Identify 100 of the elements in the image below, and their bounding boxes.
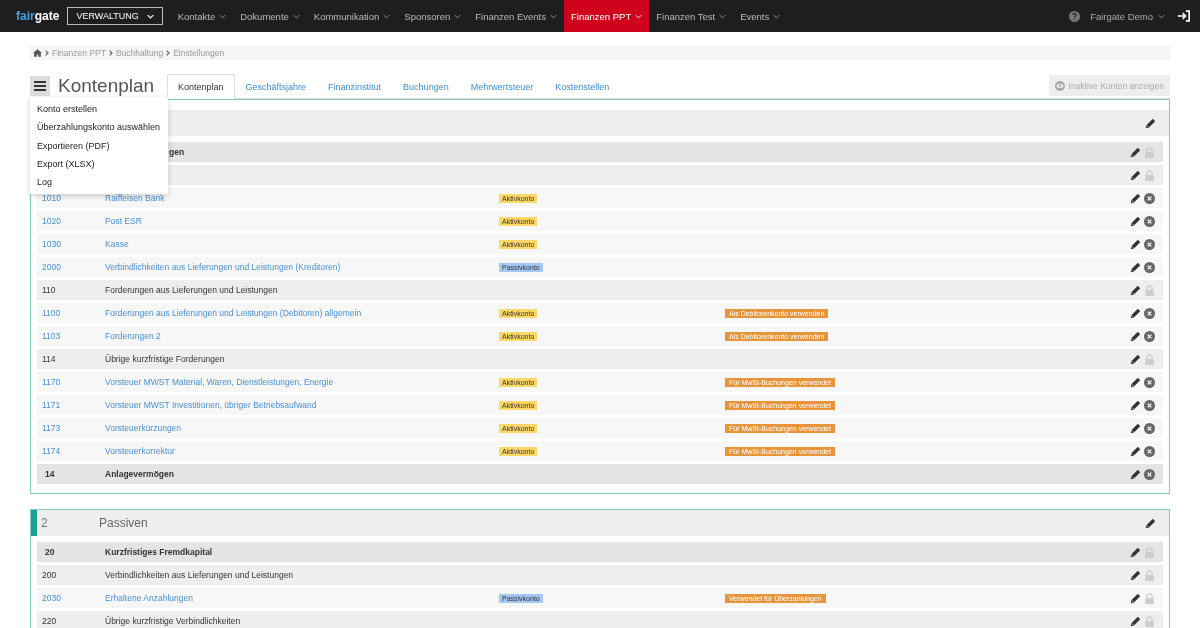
delete-icon[interactable] [1144, 192, 1155, 204]
account-number: 114 [41, 354, 57, 364]
breadcrumb-link[interactable]: Einstellungen [173, 48, 225, 58]
account-number: 1174 [41, 446, 62, 456]
tab[interactable]: Geschäftsjahre [234, 74, 318, 99]
edit-icon[interactable] [1145, 117, 1156, 129]
menu-button[interactable] [30, 76, 50, 96]
chevron-icon [45, 50, 49, 56]
account-name[interactable]: Forderungen 2 [105, 331, 161, 341]
caret-icon [454, 13, 462, 19]
delete-icon[interactable] [1144, 215, 1155, 227]
edit-icon[interactable] [1130, 592, 1141, 604]
account-name: Forderungen aus Lieferungen und Leistungen [105, 285, 278, 295]
account-number: 1103 [41, 331, 62, 341]
edit-icon[interactable] [1130, 615, 1141, 627]
edit-icon[interactable] [1130, 546, 1141, 558]
tab[interactable]: Buchungen [392, 74, 460, 99]
edit-icon[interactable] [1130, 307, 1141, 319]
account-name[interactable]: Raiffeisen Bank [105, 193, 165, 203]
nav-item[interactable]: Dokumente [233, 0, 307, 32]
tab[interactable]: Finanzinstitut [317, 74, 393, 99]
menu-item[interactable]: Konto erstellen [30, 100, 168, 119]
menu-item[interactable]: Export (XLSX) [30, 154, 168, 174]
delete-icon[interactable] [1144, 261, 1155, 273]
account-name[interactable]: Erhaltene Anzahlungen [105, 593, 193, 603]
edit-icon[interactable] [1130, 353, 1141, 365]
nav-item[interactable]: Events [733, 0, 788, 32]
breadcrumb-link[interactable]: Finanzen PPT [52, 48, 106, 58]
tab[interactable]: Mehrwertsteuer [459, 74, 545, 99]
account-name: Anlagevermögen [105, 469, 174, 479]
account-name[interactable]: Kasse [105, 239, 129, 249]
account-number: 1030 [41, 239, 62, 249]
edit-icon[interactable] [1130, 376, 1141, 388]
account-name[interactable]: Vorsteuer MWST Material, Waren, Dienstleistungen, Energie [105, 377, 334, 387]
logo[interactable]: fairgate [16, 9, 60, 23]
account-name[interactable]: Forderungen aus Lieferungen und Leistungen (Debitoren) allgemein [105, 308, 362, 318]
account-name: Übrige kurzfristige Forderungen [105, 354, 225, 364]
menu-item[interactable]: Überzahlungskonto auswählen [30, 118, 168, 137]
account-name[interactable]: Vorsteuerkorrektur [105, 446, 175, 456]
account-number: 1171 [41, 400, 62, 410]
delete-icon[interactable] [1144, 376, 1155, 388]
edit-icon[interactable] [1130, 330, 1141, 342]
home-icon[interactable] [33, 49, 42, 57]
edit-icon[interactable] [1130, 215, 1141, 227]
breadcrumb-link[interactable]: Buchhaltung [115, 48, 164, 58]
account-name: Verbindlichkeiten aus Lieferungen und Leistungen [105, 570, 294, 580]
caret-icon [550, 13, 557, 19]
account-number: 2030 [41, 593, 62, 603]
nav-item[interactable]: Finanzen Test [649, 0, 734, 32]
account-name[interactable]: Verbindlichkeiten aus Lieferungen und Leistungen (Kreditoren) [105, 262, 341, 272]
caret-icon [719, 13, 727, 19]
tab[interactable]: Kostenstellen [544, 74, 621, 99]
caret-icon [146, 13, 154, 19]
delete-icon[interactable] [1144, 307, 1155, 319]
account-number: 1173 [41, 423, 62, 433]
account-number: 220 [41, 616, 58, 626]
help-icon[interactable] [1069, 10, 1081, 22]
module-dropdown[interactable]: VERWALTUNG [67, 7, 163, 25]
edit-icon[interactable] [1130, 284, 1141, 296]
edit-icon[interactable] [1130, 169, 1141, 181]
user-menu[interactable]: Fairgate Demo [1090, 10, 1165, 22]
delete-icon[interactable] [1144, 238, 1155, 250]
edit-icon[interactable] [1130, 261, 1141, 273]
tab[interactable]: Kontenplan [167, 74, 235, 99]
account-number: 1170 [41, 377, 62, 387]
edit-icon[interactable] [1130, 569, 1141, 581]
nav-item[interactable]: Kontakte [170, 0, 234, 32]
edit-icon[interactable] [1130, 422, 1141, 434]
account-name[interactable]: Vorsteuerkürzungen [105, 423, 182, 433]
account-number: 1100 [41, 308, 62, 318]
delete-icon[interactable] [1144, 468, 1155, 480]
section-number: 2 [40, 516, 49, 530]
edit-icon[interactable] [1130, 238, 1141, 250]
nav-item[interactable]: Kommunikation [306, 0, 398, 32]
caret-icon [292, 13, 300, 19]
account-number: 20 [44, 547, 56, 557]
caret-icon [219, 13, 227, 19]
edit-icon[interactable] [1130, 146, 1141, 158]
edit-icon[interactable] [1130, 192, 1141, 204]
caret-icon [383, 13, 391, 19]
menu-item[interactable]: Exportieren (PDF) [30, 136, 168, 155]
delete-icon[interactable] [1144, 445, 1155, 457]
edit-icon[interactable] [1130, 445, 1141, 457]
delete-icon[interactable] [1144, 330, 1155, 342]
logout-icon[interactable] [1177, 10, 1190, 22]
edit-icon[interactable] [1130, 399, 1141, 411]
delete-icon[interactable] [1144, 399, 1155, 411]
edit-icon[interactable] [1145, 517, 1156, 529]
account-name: Übrige kurzfristige Verbindlichkeiten [105, 616, 241, 626]
page-title: Kontenplan [58, 75, 155, 97]
eye-icon [1054, 80, 1065, 91]
account-name[interactable]: Post ESR [105, 216, 142, 226]
menu-item[interactable]: Log [30, 173, 168, 192]
caret-icon [1158, 13, 1165, 19]
edit-icon[interactable] [1130, 468, 1141, 480]
delete-icon[interactable] [1144, 422, 1155, 434]
nav-item[interactable]: Sponsoren [397, 0, 469, 32]
nav-item[interactable]: Finanzen PPT [564, 0, 650, 32]
nav-item[interactable]: Finanzen Events [468, 0, 564, 32]
account-name[interactable]: Vorsteuer MWST Investitionen, übriger Betriebsaufwand [105, 400, 317, 410]
